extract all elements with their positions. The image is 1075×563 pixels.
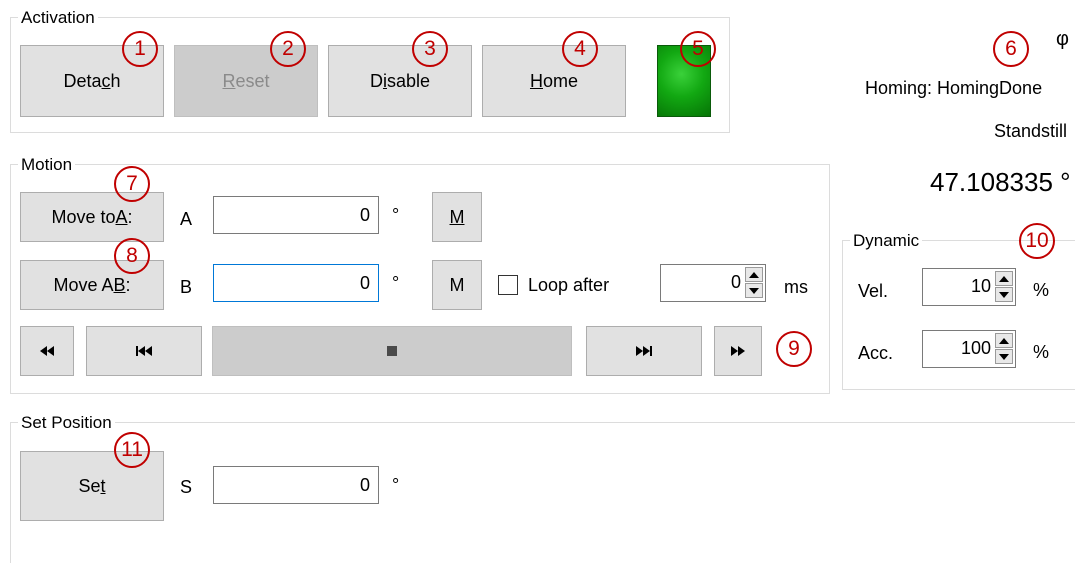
- marker-3: 3: [412, 31, 448, 67]
- loop-unit: ms: [784, 277, 808, 297]
- acceleration-value: 100: [960, 338, 991, 358]
- acceleration-spinner[interactable]: 100: [922, 330, 1016, 368]
- marker-5: 5: [680, 31, 716, 67]
- marker-4: 4: [562, 31, 598, 67]
- velocity-label: Vel.: [858, 281, 889, 301]
- skip-forward-icon: [636, 346, 652, 356]
- position-a-input[interactable]: 0: [213, 196, 379, 234]
- spin-up-icon[interactable]: [995, 333, 1013, 348]
- spin-down-icon[interactable]: [995, 349, 1013, 364]
- motion-title: Motion: [18, 155, 76, 175]
- homing-status: Homing: HomingDone: [865, 78, 1043, 98]
- velocity-value: 10: [970, 276, 991, 296]
- spin-down-icon[interactable]: [995, 287, 1013, 302]
- velocity-spinner[interactable]: 10: [922, 268, 1016, 306]
- skip-back-icon: [136, 346, 152, 356]
- spin-up-icon[interactable]: [995, 271, 1013, 286]
- motion-state: Standstill: [994, 121, 1068, 141]
- unit-a: °: [392, 205, 400, 225]
- marker-1: 1: [122, 31, 158, 67]
- skip-back-button[interactable]: [86, 326, 202, 376]
- label-a: A: [180, 209, 193, 229]
- set-position-title: Set Position: [18, 413, 115, 433]
- marker-11: 11: [114, 432, 150, 468]
- acceleration-unit: %: [1033, 342, 1050, 362]
- stop-button[interactable]: [212, 326, 572, 376]
- velocity-unit: %: [1033, 280, 1050, 300]
- move-to-a-button[interactable]: Move to A:: [20, 192, 164, 242]
- memorize-b-button[interactable]: M: [432, 260, 482, 310]
- acceleration-label: Acc.: [858, 343, 894, 363]
- marker-10: 10: [1019, 223, 1055, 259]
- position-b-input[interactable]: 0: [213, 264, 379, 302]
- label-b: B: [180, 277, 193, 297]
- marker-6: 6: [993, 31, 1029, 67]
- set-position-input[interactable]: 0: [213, 466, 379, 504]
- fast-forward-icon: [731, 346, 745, 356]
- marker-9: 9: [776, 331, 812, 367]
- home-button[interactable]: Home: [482, 45, 626, 117]
- skip-forward-button[interactable]: [586, 326, 702, 376]
- fast-forward-button[interactable]: [714, 326, 762, 376]
- dynamic-title: Dynamic: [850, 231, 923, 251]
- set-position-group: [10, 422, 1075, 563]
- disable-button[interactable]: Di sable: [328, 45, 472, 117]
- label-s: S: [180, 477, 193, 497]
- loop-delay-value: 0: [730, 272, 741, 292]
- stop-icon: [387, 346, 397, 356]
- rewind-button[interactable]: [20, 326, 74, 376]
- marker-7: 7: [114, 166, 150, 202]
- loop-delay-spinner[interactable]: 0: [660, 264, 766, 302]
- loop-label: Loop after: [528, 275, 610, 295]
- phi-symbol: φ: [1056, 28, 1069, 50]
- marker-2: 2: [270, 31, 306, 67]
- unit-s: °: [392, 475, 400, 495]
- rewind-icon: [40, 346, 54, 356]
- marker-8: 8: [114, 238, 150, 274]
- spin-up-icon[interactable]: [745, 267, 763, 282]
- unit-b: °: [392, 273, 400, 293]
- loop-checkbox[interactable]: [498, 275, 518, 295]
- position-readout: 47.108335 °: [930, 167, 1071, 197]
- memorize-a-button[interactable]: M: [432, 192, 482, 242]
- spin-down-icon[interactable]: [745, 283, 763, 298]
- activation-title: Activation: [18, 8, 98, 28]
